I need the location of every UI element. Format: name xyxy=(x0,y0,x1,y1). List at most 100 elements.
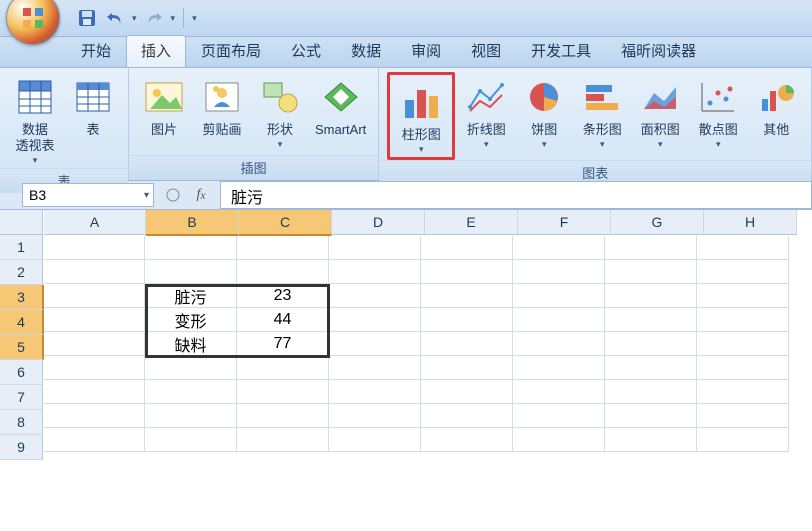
table-button[interactable]: 表 xyxy=(64,72,122,140)
cell-H1[interactable] xyxy=(697,236,789,260)
cell-D3[interactable] xyxy=(329,284,421,308)
cell-G3[interactable] xyxy=(605,284,697,308)
cell-G8[interactable] xyxy=(605,404,697,428)
cell-D5[interactable] xyxy=(329,332,421,356)
area-chart-button[interactable]: 面积图 ▾ xyxy=(631,72,689,152)
name-box[interactable]: B3 ▾ xyxy=(22,183,154,207)
cell-G6[interactable] xyxy=(605,356,697,380)
name-box-dropdown-icon[interactable]: ▾ xyxy=(144,190,149,201)
row-header-7[interactable]: 7 xyxy=(0,385,43,410)
tab-formulas[interactable]: 公式 xyxy=(276,35,336,67)
cell-E7[interactable] xyxy=(421,380,513,404)
scatter-chart-button[interactable]: 散点图 ▾ xyxy=(689,72,747,152)
cell-B6[interactable] xyxy=(145,356,237,380)
cell-E4[interactable] xyxy=(421,308,513,332)
cell-E5[interactable] xyxy=(421,332,513,356)
column-chart-button[interactable]: 柱形图 ▾ xyxy=(392,77,450,157)
cell-E6[interactable] xyxy=(421,356,513,380)
tab-insert[interactable]: 插入 xyxy=(126,35,186,67)
cell-F3[interactable] xyxy=(513,284,605,308)
cell-G9[interactable] xyxy=(605,428,697,452)
cell-H6[interactable] xyxy=(697,356,789,380)
cell-H9[interactable] xyxy=(697,428,789,452)
cell-C3[interactable]: 23 xyxy=(237,284,329,308)
cell-D4[interactable] xyxy=(329,308,421,332)
pie-chart-button[interactable]: 饼图 ▾ xyxy=(515,72,573,152)
column-header-E[interactable]: E xyxy=(425,210,518,235)
cell-F7[interactable] xyxy=(513,380,605,404)
cell-F4[interactable] xyxy=(513,308,605,332)
cell-C2[interactable] xyxy=(237,260,329,284)
tab-home[interactable]: 开始 xyxy=(66,35,126,67)
column-header-A[interactable]: A xyxy=(44,210,146,235)
tab-data[interactable]: 数据 xyxy=(336,35,396,67)
cell-F8[interactable] xyxy=(513,404,605,428)
cell-E1[interactable] xyxy=(421,236,513,260)
cell-C5[interactable]: 77 xyxy=(237,332,329,356)
cell-B5[interactable]: 缺料 xyxy=(145,332,237,356)
row-header-9[interactable]: 9 xyxy=(0,435,43,460)
cell-D7[interactable] xyxy=(329,380,421,404)
tab-page-layout[interactable]: 页面布局 xyxy=(186,35,276,67)
row-header-2[interactable]: 2 xyxy=(0,260,43,285)
cell-B1[interactable] xyxy=(145,236,237,260)
cell-B4[interactable]: 变形 xyxy=(145,308,237,332)
save-button[interactable] xyxy=(76,7,98,29)
qat-customize[interactable]: ▾ xyxy=(192,13,197,24)
cell-A1[interactable] xyxy=(44,236,145,260)
row-header-5[interactable]: 5 xyxy=(0,335,44,360)
pivot-table-button[interactable]: 数据 透视表 ▾ xyxy=(6,72,64,168)
clipart-button[interactable]: 剪贴画 xyxy=(193,72,251,140)
cell-E2[interactable] xyxy=(421,260,513,284)
bar-chart-button[interactable]: 条形图 ▾ xyxy=(573,72,631,152)
cell-A3[interactable] xyxy=(44,284,145,308)
cell-B7[interactable] xyxy=(145,380,237,404)
cell-F2[interactable] xyxy=(513,260,605,284)
cell-C4[interactable]: 44 xyxy=(237,308,329,332)
row-header-6[interactable]: 6 xyxy=(0,360,43,385)
cell-B2[interactable] xyxy=(145,260,237,284)
row-header-1[interactable]: 1 xyxy=(0,235,43,260)
cancel-formula-button[interactable] xyxy=(164,186,182,204)
cell-C6[interactable] xyxy=(237,356,329,380)
column-header-B[interactable]: B xyxy=(146,210,239,236)
cell-D1[interactable] xyxy=(329,236,421,260)
cell-H5[interactable] xyxy=(697,332,789,356)
cell-C9[interactable] xyxy=(237,428,329,452)
cell-A2[interactable] xyxy=(44,260,145,284)
cell-A7[interactable] xyxy=(44,380,145,404)
cell-G1[interactable] xyxy=(605,236,697,260)
cell-F9[interactable] xyxy=(513,428,605,452)
formula-input[interactable]: 脏污 xyxy=(220,181,812,209)
cell-H2[interactable] xyxy=(697,260,789,284)
row-header-3[interactable]: 3 xyxy=(0,285,44,310)
cell-H3[interactable] xyxy=(697,284,789,308)
cell-D6[interactable] xyxy=(329,356,421,380)
cell-A6[interactable] xyxy=(44,356,145,380)
column-header-G[interactable]: G xyxy=(611,210,704,235)
cell-A5[interactable] xyxy=(44,332,145,356)
cell-B3[interactable]: 脏污 xyxy=(145,284,237,308)
cell-grid[interactable]: 脏污23变形44缺料77 xyxy=(44,236,812,452)
cell-H8[interactable] xyxy=(697,404,789,428)
insert-function-button[interactable]: fx xyxy=(192,186,210,204)
tab-review[interactable]: 审阅 xyxy=(396,35,456,67)
line-chart-button[interactable]: 折线图 ▾ xyxy=(457,72,515,152)
column-header-H[interactable]: H xyxy=(704,210,797,235)
undo-button[interactable] xyxy=(104,7,126,29)
cell-C1[interactable] xyxy=(237,236,329,260)
cell-E9[interactable] xyxy=(421,428,513,452)
cell-B8[interactable] xyxy=(145,404,237,428)
cell-G5[interactable] xyxy=(605,332,697,356)
cell-F5[interactable] xyxy=(513,332,605,356)
cell-H4[interactable] xyxy=(697,308,789,332)
picture-button[interactable]: 图片 xyxy=(135,72,193,140)
cell-D9[interactable] xyxy=(329,428,421,452)
cell-C7[interactable] xyxy=(237,380,329,404)
cell-B9[interactable] xyxy=(145,428,237,452)
cell-G7[interactable] xyxy=(605,380,697,404)
row-header-4[interactable]: 4 xyxy=(0,310,44,335)
cell-F6[interactable] xyxy=(513,356,605,380)
cell-G4[interactable] xyxy=(605,308,697,332)
cell-D2[interactable] xyxy=(329,260,421,284)
